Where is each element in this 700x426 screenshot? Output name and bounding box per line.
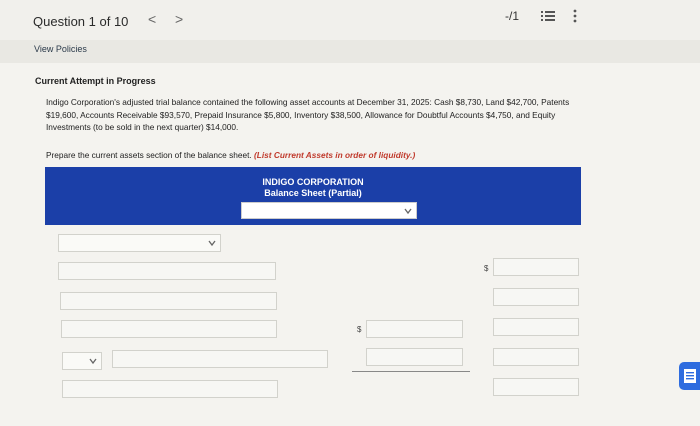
less-select[interactable] <box>62 352 102 370</box>
total-field-4[interactable] <box>493 348 579 366</box>
attempt-heading: Current Attempt in Progress <box>35 76 156 86</box>
statement-header: INDIGO CORPORATION Balance Sheet (Partia… <box>45 167 581 225</box>
amount-field-2[interactable] <box>366 348 463 366</box>
subtotal-rule <box>352 371 470 372</box>
account-name-field-3[interactable] <box>61 320 277 338</box>
total-field-3[interactable] <box>493 318 579 336</box>
dollar-sign: $ <box>484 264 489 273</box>
help-icon[interactable] <box>679 362 700 390</box>
statement-title: Balance Sheet (Partial) <box>264 188 362 198</box>
account-name-field-1[interactable] <box>58 262 276 280</box>
list-icon[interactable] <box>540 8 556 24</box>
instruction: Prepare the current assets section of th… <box>46 150 415 160</box>
account-name-field-4[interactable] <box>62 380 278 398</box>
total-field-2[interactable] <box>493 288 579 306</box>
next-question-button[interactable]: > <box>175 11 183 27</box>
score-indicator: -/1 <box>505 9 520 23</box>
total-field-1[interactable] <box>493 258 579 276</box>
account-name-field-2[interactable] <box>60 292 277 310</box>
problem-text: Indigo Corporation's adjusted trial bala… <box>46 97 570 132</box>
top-bar: Question 1 of 10 < > -/1 <box>0 0 700 40</box>
prev-question-button[interactable]: < <box>148 11 156 27</box>
total-field-5[interactable] <box>493 378 579 396</box>
view-policies-link[interactable]: View Policies <box>34 44 87 54</box>
more-icon[interactable] <box>571 8 579 24</box>
chevron-down-icon <box>89 358 97 365</box>
instruction-hint: (List Current Assets in order of liquidi… <box>254 150 416 160</box>
amount-field-1[interactable] <box>366 320 463 338</box>
contra-account-field[interactable] <box>112 350 328 368</box>
period-select[interactable] <box>241 202 417 219</box>
document-icon <box>684 369 696 383</box>
instruction-text: Prepare the current assets section of th… <box>46 150 252 160</box>
chevron-down-icon <box>404 208 412 215</box>
question-label: Question 1 of 10 <box>33 14 129 29</box>
company-name: INDIGO CORPORATION <box>262 177 364 187</box>
chevron-down-icon <box>208 240 216 247</box>
dollar-sign: $ <box>357 325 362 334</box>
section-heading-select[interactable] <box>58 234 221 252</box>
